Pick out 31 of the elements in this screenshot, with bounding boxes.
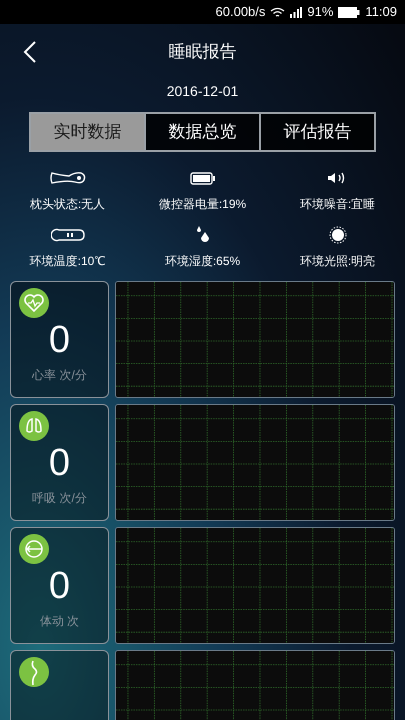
metric-value: 0 [48, 318, 70, 362]
clock: 11:09 [365, 3, 397, 22]
sun-icon [328, 226, 346, 244]
sensor-label: 环境温度:10℃ [30, 253, 106, 270]
sensor-label: 环境湿度:65% [164, 253, 240, 270]
signal-icon [290, 6, 302, 18]
metric-unit: 心率 次/分 [32, 367, 87, 384]
arrow-circle-icon [19, 534, 49, 564]
sensor-label: 环境光照:明亮 [300, 253, 376, 270]
network-speed: 60.00b/s [216, 3, 266, 22]
metric-unit: 呼吸 次/分 [32, 490, 87, 507]
battery-icon [190, 172, 216, 184]
tab[interactable]: 数据总览 [146, 112, 261, 152]
droplets-icon [194, 226, 210, 244]
metric-value: 0 [48, 441, 70, 485]
sensor-label: 微控器电量:19% [158, 196, 246, 213]
date-label: 2016-12-01 [166, 82, 238, 101]
battery-icon [338, 6, 360, 18]
lungs-icon [19, 411, 49, 441]
metric-value: 0 [48, 564, 70, 608]
wifi-icon [270, 6, 286, 18]
metric-unit: 体动 次 [40, 613, 80, 630]
chevron-left-icon [23, 40, 37, 64]
screen-title: 睡眠报告 [168, 41, 236, 64]
sensor-label: 枕头状态:无人 [30, 196, 106, 213]
sensor-label: 环境噪音:宜睡 [300, 196, 376, 213]
battery-percent: 91% [307, 3, 334, 22]
tab[interactable]: 实时数据 [29, 112, 146, 152]
tab[interactable]: 评估报告 [261, 112, 376, 152]
pillow-icon [48, 171, 86, 185]
thermometer-icon [50, 228, 84, 242]
